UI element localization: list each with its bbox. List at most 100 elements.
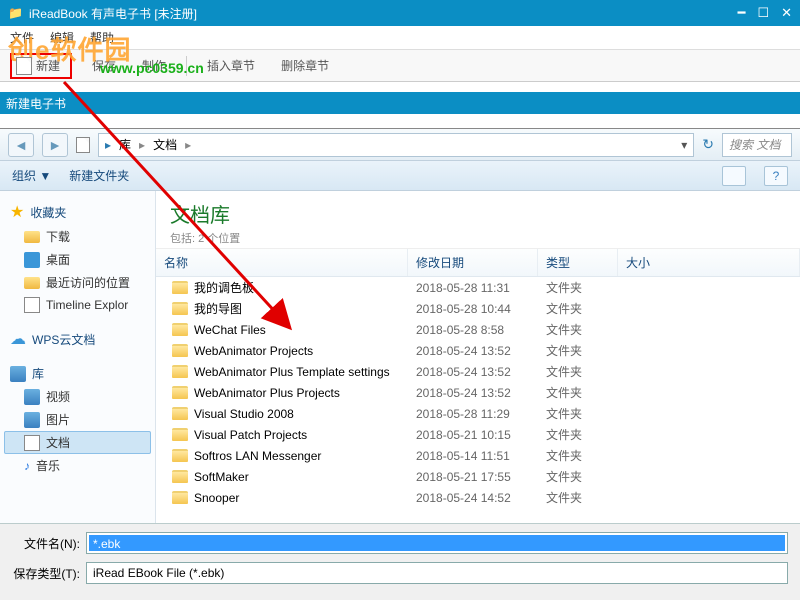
file-name: Softros LAN Messenger	[194, 449, 321, 463]
file-date: 2018-05-28 11:31	[408, 281, 538, 295]
filename-value: *.ebk	[89, 535, 785, 551]
explorer-toolbar: 组织 ▼ 新建文件夹 ?	[0, 161, 800, 191]
search-input[interactable]: 搜索 文档	[722, 133, 792, 157]
sidebar-desktop[interactable]: 桌面	[4, 248, 151, 271]
col-name[interactable]: 名称	[156, 249, 408, 276]
file-type: 文件夹	[538, 363, 618, 380]
page-icon	[76, 137, 90, 153]
file-row[interactable]: 我的调色板2018-05-28 11:31文件夹	[156, 277, 800, 298]
refresh-icon[interactable]: ↻	[702, 136, 714, 153]
sidebar-recent[interactable]: 最近访问的位置	[4, 271, 151, 294]
sidebar: ★收藏夹 下载 桌面 最近访问的位置 Timeline Explor ☁WPS云…	[0, 191, 156, 523]
folder-icon	[172, 344, 188, 357]
savetype-dropdown[interactable]: iRead EBook File (*.ebk)	[86, 562, 788, 584]
nav-bar: ◄ ► ▸ 库 ▸ 文档 ▸ ▾ ↻ 搜索 文档	[0, 129, 800, 161]
col-date[interactable]: 修改日期	[408, 249, 538, 276]
file-row[interactable]: WeChat Files2018-05-28 8:58文件夹	[156, 319, 800, 340]
star-icon: ★	[10, 202, 24, 222]
subtitle-text: 新建电子书	[6, 95, 66, 112]
sidebar-pictures[interactable]: 图片	[4, 408, 151, 431]
search-placeholder: 搜索 文档	[729, 136, 780, 153]
file-type: 文件夹	[538, 300, 618, 317]
insert-chapter-button[interactable]: 插入章节	[201, 55, 261, 76]
file-type: 文件夹	[538, 468, 618, 485]
col-type[interactable]: 类型	[538, 249, 618, 276]
file-name: Snooper	[194, 491, 239, 505]
bc-root[interactable]: 库	[119, 136, 131, 153]
back-button[interactable]: ◄	[8, 133, 34, 157]
file-row[interactable]: Softros LAN Messenger2018-05-14 11:51文件夹	[156, 445, 800, 466]
folder-icon	[172, 302, 188, 315]
file-date: 2018-05-28 10:44	[408, 302, 538, 316]
breadcrumb[interactable]: ▸ 库 ▸ 文档 ▸ ▾	[98, 133, 694, 157]
save-button[interactable]: 保存	[86, 55, 122, 76]
filename-input[interactable]: *.ebk	[86, 532, 788, 554]
organize-button[interactable]: 组织 ▼	[12, 167, 51, 184]
folder-icon	[172, 365, 188, 378]
delete-chapter-button[interactable]: 删除章节	[275, 55, 335, 76]
library-subtitle: 包括: 2 个位置	[170, 230, 786, 246]
sidebar-favorites[interactable]: ★收藏夹	[4, 199, 151, 225]
folder-icon	[172, 470, 188, 483]
file-dialog: ◄ ► ▸ 库 ▸ 文档 ▸ ▾ ↻ 搜索 文档 组织 ▼ 新建文件夹 ? ★收…	[0, 128, 800, 600]
folder-icon	[172, 281, 188, 294]
save-label: 保存	[92, 57, 116, 74]
menu-bar: 文件 编辑 帮助	[0, 26, 800, 50]
file-type: 文件夹	[538, 489, 618, 506]
sidebar-downloads[interactable]: 下载	[4, 225, 151, 248]
library-icon	[10, 366, 26, 382]
pictures-icon	[24, 412, 40, 428]
make-button[interactable]: 制作	[136, 55, 172, 76]
menu-file[interactable]: 文件	[10, 29, 34, 46]
savetype-label: 保存类型(T):	[12, 565, 80, 582]
maximize-icon[interactable]: ☐	[757, 5, 769, 21]
file-row[interactable]: 我的导图2018-05-28 10:44文件夹	[156, 298, 800, 319]
file-name: WebAnimator Plus Template settings	[194, 365, 390, 379]
sidebar-wps[interactable]: ☁WPS云文档	[4, 326, 151, 352]
new-button[interactable]: 新建	[10, 53, 72, 79]
view-mode-button[interactable]	[722, 166, 746, 186]
sidebar-libraries[interactable]: 库	[4, 362, 151, 385]
insert-chapter-label: 插入章节	[207, 57, 255, 74]
new-folder-button[interactable]: 新建文件夹	[69, 167, 129, 184]
sidebar-documents[interactable]: 文档	[4, 431, 151, 454]
menu-help[interactable]: 帮助	[90, 29, 114, 46]
file-row[interactable]: WebAnimator Plus Projects2018-05-24 13:5…	[156, 382, 800, 403]
sidebar-video[interactable]: 视频	[4, 385, 151, 408]
file-row[interactable]: Visual Patch Projects2018-05-21 10:15文件夹	[156, 424, 800, 445]
forward-button[interactable]: ►	[42, 133, 68, 157]
help-button[interactable]: ?	[764, 166, 788, 186]
cloud-icon: ☁	[10, 329, 26, 349]
make-label: 制作	[142, 57, 166, 74]
window-title: iReadBook 有声电子书 [未注册]	[29, 5, 197, 22]
folder-icon: 📁	[8, 6, 23, 20]
file-type: 文件夹	[538, 321, 618, 338]
file-name: Visual Patch Projects	[194, 428, 307, 442]
menu-edit[interactable]: 编辑	[50, 29, 74, 46]
folder-icon	[172, 491, 188, 504]
file-name: WeChat Files	[194, 323, 266, 337]
file-list[interactable]: 我的调色板2018-05-28 11:31文件夹我的导图2018-05-28 1…	[156, 277, 800, 523]
minimize-icon[interactable]: ━	[738, 5, 746, 21]
sidebar-timeline[interactable]: Timeline Explor	[4, 294, 151, 316]
documents-icon	[24, 435, 40, 451]
recent-icon	[24, 277, 40, 289]
file-type: 文件夹	[538, 342, 618, 359]
col-size[interactable]: 大小	[618, 249, 800, 276]
bc-current[interactable]: 文档	[153, 136, 177, 153]
delete-chapter-label: 删除章节	[281, 57, 329, 74]
file-row[interactable]: WebAnimator Plus Template settings2018-0…	[156, 361, 800, 382]
file-row[interactable]: SoftMaker2018-05-21 17:55文件夹	[156, 466, 800, 487]
column-headers: 名称 修改日期 类型 大小	[156, 249, 800, 277]
file-name: 我的调色板	[194, 279, 254, 296]
savetype-value: iRead EBook File (*.ebk)	[93, 566, 224, 580]
close-icon[interactable]: ✕	[781, 5, 792, 21]
sidebar-music[interactable]: ♪音乐	[4, 454, 151, 477]
file-date: 2018-05-24 13:52	[408, 344, 538, 358]
file-row[interactable]: Visual Studio 20082018-05-28 11:29文件夹	[156, 403, 800, 424]
toolbar: 新建 保存 制作 插入章节 删除章节	[0, 50, 800, 82]
new-label: 新建	[36, 57, 60, 74]
separator	[186, 56, 187, 76]
file-row[interactable]: Snooper2018-05-24 14:52文件夹	[156, 487, 800, 508]
file-row[interactable]: WebAnimator Projects2018-05-24 13:52文件夹	[156, 340, 800, 361]
